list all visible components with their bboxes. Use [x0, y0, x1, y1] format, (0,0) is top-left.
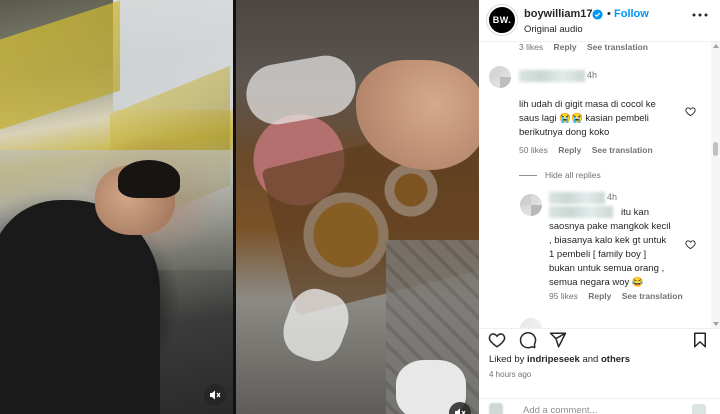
- comment-meta: 95 likes Reply See translation: [549, 291, 691, 301]
- likes-count[interactable]: 3 likes: [519, 42, 543, 52]
- see-translation-button[interactable]: See translation: [592, 145, 653, 155]
- comment-line: bukan untuk semua orang ,: [549, 263, 665, 274]
- comment-line: berikutnya dong koko: [519, 127, 610, 138]
- separator-dot: •: [607, 8, 611, 20]
- video-frame-left: [0, 0, 233, 414]
- blurred-username: [549, 192, 605, 204]
- comment-meta: 3 likes Reply See translation: [519, 42, 656, 52]
- liked-by-prefix: Liked by: [489, 354, 528, 365]
- reply-text: itu kan saosnya pake mangkok kecil , bia…: [549, 206, 670, 290]
- comment-line: itu kan: [621, 207, 649, 218]
- post-side-panel: BW. boywilliam17 • Follow Original audio…: [479, 0, 720, 414]
- comment-time: 4h: [607, 192, 618, 202]
- reply-button[interactable]: Reply: [558, 145, 581, 155]
- replies-line-icon: [519, 175, 537, 177]
- bookmark-icon[interactable]: [691, 331, 709, 349]
- heart-icon[interactable]: [488, 331, 506, 349]
- username-link[interactable]: boywilliam17: [524, 8, 592, 20]
- post-timestamp[interactable]: 4 hours ago: [489, 370, 531, 379]
- scrollbar-thumb[interactable]: [713, 142, 718, 156]
- see-translation-button[interactable]: See translation: [622, 291, 683, 301]
- comment-text: lih udah di gigit masa di cocol ke saus …: [519, 98, 656, 140]
- share-icon[interactable]: [549, 331, 567, 349]
- post-actions-bar: [479, 328, 720, 350]
- comment-meta: 50 likes Reply See translation: [519, 145, 661, 155]
- post-header: BW. boywilliam17 • Follow Original audio: [479, 0, 720, 42]
- comment-time: 4h: [587, 70, 598, 80]
- likes-count[interactable]: 50 likes: [519, 145, 548, 155]
- comment-line: , biasanya kalo kek gt untuk: [549, 235, 667, 246]
- comment-icon[interactable]: [519, 331, 537, 349]
- more-icon[interactable]: [692, 12, 708, 18]
- follow-button[interactable]: Follow: [614, 8, 649, 20]
- avatar-logo-text: BW.: [492, 15, 512, 25]
- others-link[interactable]: others: [601, 354, 630, 365]
- liked-by-user-link[interactable]: indripeseek: [527, 354, 580, 365]
- commenter-avatar[interactable]: [520, 318, 542, 328]
- verified-badge-icon: [592, 9, 603, 20]
- comment-line: semua negara woy 😂: [549, 277, 644, 288]
- add-comment-input[interactable]: Add a comment...: [523, 405, 597, 414]
- commenter-avatar[interactable]: [520, 194, 542, 216]
- comments-scrollbar[interactable]: [711, 42, 720, 328]
- blurred-username: [519, 70, 585, 82]
- liked-by-line: Liked by indripeseek and others: [489, 354, 630, 365]
- post-media[interactable]: [0, 0, 479, 414]
- reply-button[interactable]: Reply: [553, 42, 576, 52]
- video-frame-right: [236, 0, 479, 414]
- speaker-muted-icon[interactable]: [204, 384, 226, 406]
- heart-icon[interactable]: [685, 239, 696, 250]
- hide-replies-button[interactable]: Hide all replies: [519, 170, 601, 180]
- comment-line: lih udah di gigit masa di cocol ke: [519, 99, 656, 110]
- scroll-up-icon[interactable]: [713, 44, 719, 48]
- likes-count[interactable]: 95 likes: [549, 291, 578, 301]
- comment-line: saosnya pake mangkok kecil: [549, 221, 671, 232]
- heart-icon[interactable]: [685, 106, 696, 117]
- liked-by-mid: and: [579, 354, 601, 365]
- avatar[interactable]: BW.: [487, 5, 517, 35]
- reply-button[interactable]: Reply: [588, 291, 611, 301]
- audio-link[interactable]: Original audio: [524, 24, 583, 35]
- post-comment-button[interactable]: [692, 404, 706, 414]
- comments-list[interactable]: 3 likes Reply See translation 4h lih uda…: [479, 42, 720, 328]
- see-translation-button[interactable]: See translation: [587, 42, 648, 52]
- emoji-icon[interactable]: [489, 403, 503, 414]
- add-comment-bar: Add a comment...: [479, 398, 720, 414]
- hide-replies-label: Hide all replies: [545, 170, 601, 180]
- comment-line: saus lagi 😭😭 kasian pembeli: [519, 113, 649, 124]
- scroll-down-icon[interactable]: [713, 322, 719, 326]
- commenter-avatar[interactable]: [489, 66, 511, 88]
- comment-line: 1 pembeli [ family boy ]: [549, 249, 647, 260]
